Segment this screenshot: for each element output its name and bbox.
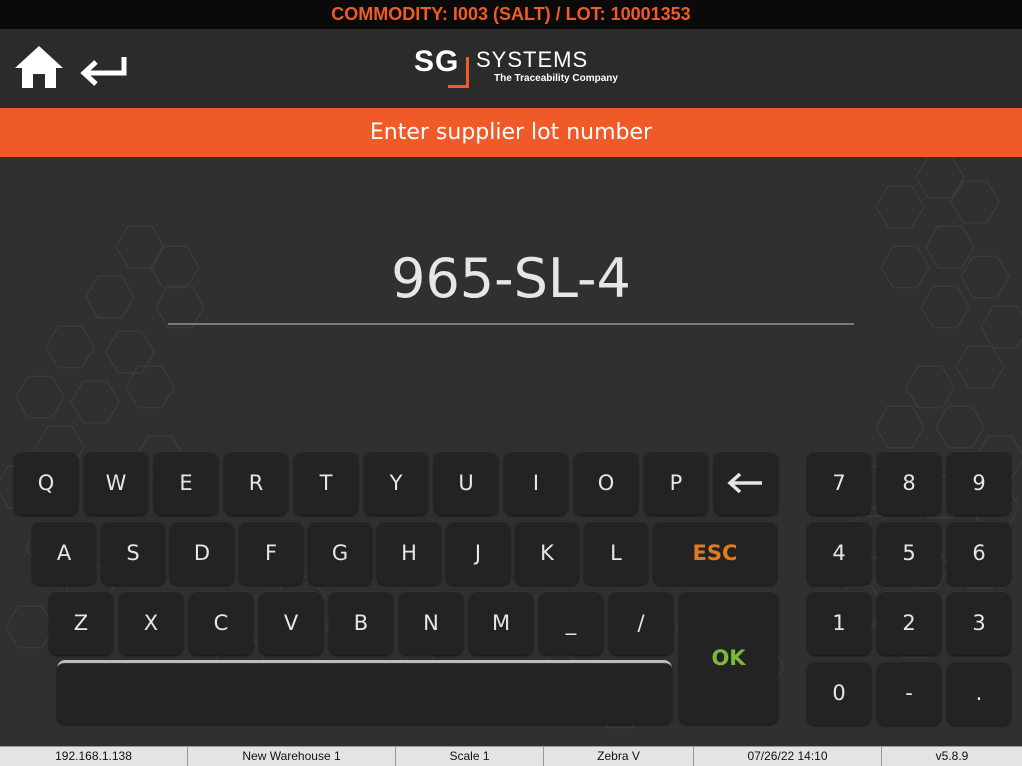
home-icon <box>15 46 63 88</box>
backspace-key[interactable] <box>714 451 778 515</box>
header-bar: SG SYSTEMS The Traceability Company <box>0 29 1022 108</box>
status-version: v5.8.9 <box>935 749 969 763</box>
background-hexagon <box>115 225 165 269</box>
key-t[interactable]: T <box>294 451 358 515</box>
key-i[interactable]: I <box>504 451 568 515</box>
background-hexagon <box>880 245 930 289</box>
background-hexagon <box>875 185 925 229</box>
key-a[interactable]: A <box>32 521 96 585</box>
back-button[interactable] <box>78 53 130 87</box>
numpad-0[interactable]: 0 <box>807 661 871 725</box>
logo-tagline: The Traceability Company <box>494 73 618 84</box>
input-underline <box>168 323 854 325</box>
background-hexagon <box>980 305 1022 349</box>
key-m[interactable]: M <box>469 591 533 655</box>
key-underscore[interactable]: _ <box>539 591 603 655</box>
key-e[interactable]: E <box>154 451 218 515</box>
key-y[interactable]: Y <box>364 451 428 515</box>
lot-number-input[interactable]: 965-SL-4 <box>168 239 854 319</box>
background-hexagon <box>875 405 925 449</box>
numpad-7[interactable]: 7 <box>807 451 871 515</box>
key-j[interactable]: J <box>446 521 510 585</box>
status-warehouse: New Warehouse 1 <box>188 747 396 766</box>
key-f[interactable]: F <box>239 521 303 585</box>
key-p[interactable]: P <box>644 451 708 515</box>
key-o[interactable]: O <box>574 451 638 515</box>
key-c[interactable]: C <box>189 591 253 655</box>
numpad-4[interactable]: 4 <box>807 521 871 585</box>
background-hexagon <box>960 255 1010 299</box>
key-w[interactable]: W <box>84 451 148 515</box>
key-q[interactable]: Q <box>14 451 78 515</box>
back-arrow-icon <box>80 57 127 86</box>
sg-systems-logo: SG SYSTEMS The Traceability Company <box>412 43 622 93</box>
numpad-5[interactable]: 5 <box>877 521 941 585</box>
commodity-lot-banner: COMMODITY: I003 (SALT) / LOT: 10001353 <box>0 0 1022 29</box>
key-n[interactable]: N <box>399 591 463 655</box>
key-g[interactable]: G <box>308 521 372 585</box>
numpad-1[interactable]: 1 <box>807 591 871 655</box>
numpad-8[interactable]: 8 <box>877 451 941 515</box>
key-h[interactable]: H <box>377 521 441 585</box>
background-hexagon <box>905 365 955 409</box>
numpad-9[interactable]: 9 <box>947 451 1011 515</box>
logo-systems-text: SYSTEMS <box>476 47 589 72</box>
key-v[interactable]: V <box>259 591 323 655</box>
prompt-title: Enter supplier lot number <box>0 108 1022 157</box>
status-scale: Scale 1 <box>396 747 544 766</box>
space-bar[interactable] <box>57 660 672 724</box>
numpad-6[interactable]: 6 <box>947 521 1011 585</box>
logo-bracket <box>448 57 469 88</box>
background-hexagon <box>45 325 95 369</box>
status-datetime: 07/26/22 14:10 <box>694 747 882 766</box>
entry-panel: 965-SL-4 Q W E R T Y U I O P A S D F G H J K L ESC Z X C V B N M _ /… <box>0 157 1022 746</box>
key-u[interactable]: U <box>434 451 498 515</box>
home-button[interactable] <box>12 43 66 91</box>
key-d[interactable]: D <box>170 521 234 585</box>
numpad-2[interactable]: 2 <box>877 591 941 655</box>
numpad-3[interactable]: 3 <box>947 591 1011 655</box>
key-z[interactable]: Z <box>49 591 113 655</box>
ok-key[interactable]: OK <box>679 591 778 724</box>
background-hexagon <box>935 405 985 449</box>
status-bar: 192.168.1.138 New Warehouse 1 Scale 1 Ze… <box>0 746 1022 766</box>
key-l[interactable]: L <box>584 521 648 585</box>
key-b[interactable]: B <box>329 591 393 655</box>
status-printer: Zebra V <box>544 747 694 766</box>
status-ip: 192.168.1.138 <box>0 747 188 766</box>
background-hexagon <box>925 225 975 269</box>
background-hexagon <box>70 380 120 424</box>
backspace-arrow-icon <box>727 472 762 494</box>
numpad-period[interactable]: . <box>947 661 1011 725</box>
key-k[interactable]: K <box>515 521 579 585</box>
key-s[interactable]: S <box>101 521 165 585</box>
key-r[interactable]: R <box>224 451 288 515</box>
background-hexagon <box>955 345 1005 389</box>
background-hexagon <box>15 375 65 419</box>
background-hexagon <box>920 285 970 329</box>
numpad-dash[interactable]: - <box>877 661 941 725</box>
background-hexagon <box>85 275 135 319</box>
key-slash[interactable]: / <box>609 591 673 655</box>
background-hexagon <box>5 605 55 649</box>
escape-key[interactable]: ESC <box>653 521 777 585</box>
key-x[interactable]: X <box>119 591 183 655</box>
